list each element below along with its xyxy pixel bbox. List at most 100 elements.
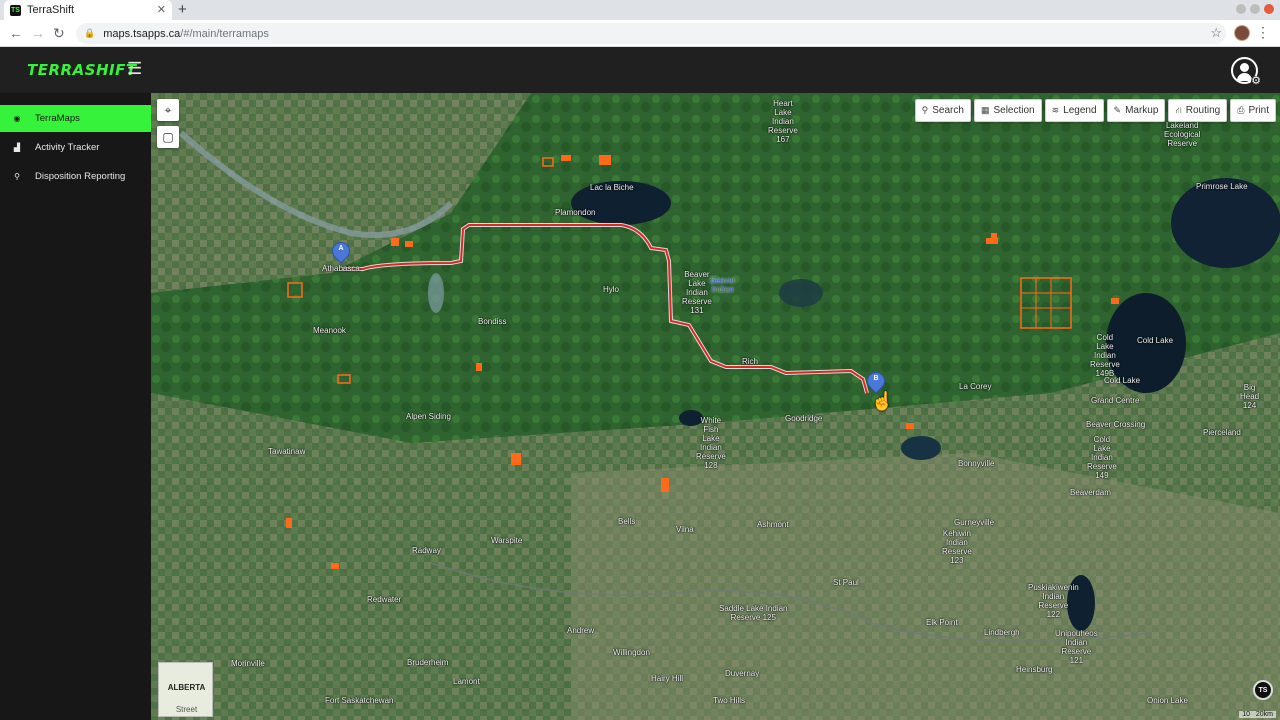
sidebar-item-label: Activity Tracker xyxy=(35,142,100,153)
scale-bar: 10 20km xyxy=(1239,711,1276,718)
place-label: Beaverdam xyxy=(1070,488,1111,497)
print-button[interactable]: ⎙ Print xyxy=(1230,99,1276,122)
marker-label: A xyxy=(338,245,344,252)
user-icon xyxy=(1240,63,1249,72)
forward-arrow-icon[interactable]: → xyxy=(31,25,45,41)
place-label: Pierceland xyxy=(1203,428,1241,437)
markup-button[interactable]: ✎ Markup xyxy=(1106,99,1166,122)
place-label: Two Hills xyxy=(713,696,746,705)
minimize-window-icon[interactable] xyxy=(1236,4,1246,14)
basemap-switcher[interactable]: ALBERTA Street xyxy=(158,662,213,717)
place-label: Cold Lake xyxy=(1104,376,1141,385)
marker-label: B xyxy=(873,375,879,382)
legend-button-label: Legend xyxy=(1063,105,1097,116)
url-input[interactable]: 🔒 maps.tsapps.ca/#/main/terramaps xyxy=(76,23,1226,44)
place-label: Redwater xyxy=(367,595,402,604)
sidebar-item-terramaps[interactable]: ◉ TerraMaps xyxy=(0,105,151,132)
legend-button[interactable]: ≋ Legend xyxy=(1044,99,1104,122)
place-label: Beaver Indian xyxy=(710,276,736,294)
place-label: Beaver Lake Indian Reserve 131 xyxy=(682,270,712,315)
route-start-marker[interactable]: A xyxy=(328,238,354,266)
scale-small: 10 xyxy=(1242,711,1251,718)
select-box-icon[interactable]: ▢ xyxy=(157,126,179,148)
place-label: Puskiakiwenin Indian Reserve 122 xyxy=(1028,583,1079,619)
place-label: Onion Lake xyxy=(1147,696,1188,705)
place-label: La Corey xyxy=(959,382,992,391)
place-label: Heinsburg xyxy=(1016,665,1053,674)
place-label: Unipouheos Indian Reserve 121 xyxy=(1055,629,1098,665)
place-label: White Fish Lake Indian Reserve 128 xyxy=(696,416,726,470)
place-label: Hairy Hill xyxy=(651,674,683,683)
place-label: Vilna xyxy=(676,525,694,534)
basemap-style-label: Street xyxy=(175,705,198,714)
browser-tabbar: TS TerraShift ✕ + xyxy=(0,0,1280,20)
url-host: maps.tsapps.ca xyxy=(103,27,181,40)
place-label: Kehiwin Indian Reserve 123 xyxy=(942,529,972,565)
terrashift-badge[interactable]: TS xyxy=(1253,680,1273,700)
locate-crosshair-icon[interactable]: ⌖ xyxy=(157,99,179,121)
bookmark-star-icon[interactable]: ☆ xyxy=(1210,25,1222,41)
satellite-imagery xyxy=(151,93,1280,720)
new-tab-button[interactable]: + xyxy=(178,1,187,18)
place-label: Lakeland Ecological Reserve xyxy=(1164,121,1201,148)
browser-address-bar: ← → ↻ 🔒 maps.tsapps.ca/#/main/terramaps … xyxy=(0,20,1280,47)
browser-tab[interactable]: TS TerraShift ✕ xyxy=(4,0,172,20)
place-label: Heart Lake Indian Reserve 167 xyxy=(768,99,798,144)
place-label: Saddle Lake Indian Reserve 125 xyxy=(719,604,788,622)
search-button[interactable]: ⚲ Search xyxy=(914,99,971,122)
place-label: Lac la Biche xyxy=(590,183,634,192)
sidebar-item-label: Disposition Reporting xyxy=(35,171,126,182)
selection-button[interactable]: ▦ Selection xyxy=(973,99,1042,122)
window-controls xyxy=(1236,4,1274,14)
url-path: /#/main/terramaps xyxy=(180,27,269,40)
search-icon: ⚲ xyxy=(921,105,929,115)
sidebar-item-activity-tracker[interactable]: ▟ Activity Tracker xyxy=(0,134,151,161)
place-label: Elk Point xyxy=(926,618,958,627)
sidebar-item-disposition-reporting[interactable]: ⚲ Disposition Reporting xyxy=(0,163,151,190)
place-label: Hylo xyxy=(603,285,620,294)
browser-menu-icon[interactable]: ⋮ xyxy=(1256,24,1270,41)
place-label: Big Head 124 xyxy=(1240,383,1260,410)
place-label: Gurneyville xyxy=(954,518,995,527)
place-label: Fort Saskatchewan xyxy=(325,696,394,705)
hamburger-menu-icon[interactable]: ☰ xyxy=(127,59,142,79)
chart-icon: ▟ xyxy=(13,143,21,152)
place-label: Goodridge xyxy=(785,414,823,423)
close-window-icon[interactable] xyxy=(1264,4,1274,14)
place-label: Tawatinaw xyxy=(268,447,306,456)
place-label: Lindbergh xyxy=(984,628,1020,637)
user-settings-avatar[interactable]: ⚙ xyxy=(1231,57,1261,87)
search-button-label: Search xyxy=(932,105,964,116)
maximize-window-icon[interactable] xyxy=(1250,4,1260,14)
place-label: Bruderheim xyxy=(407,658,449,667)
place-label: Bondiss xyxy=(478,317,507,326)
back-arrow-icon[interactable]: ← xyxy=(9,25,23,41)
close-tab-icon[interactable]: ✕ xyxy=(157,3,166,16)
routing-button[interactable]: ⛙ Routing xyxy=(1168,99,1228,122)
lock-icon: 🔒 xyxy=(84,28,96,38)
scale-large: 20km xyxy=(1255,711,1273,718)
place-label: Beaver Crossing xyxy=(1086,420,1146,429)
place-label: Bonnyville xyxy=(958,459,995,468)
browser-profile-avatar[interactable] xyxy=(1234,25,1250,41)
reload-icon[interactable]: ↻ xyxy=(53,25,65,42)
user-icon-body xyxy=(1237,73,1252,81)
terrashift-favicon-icon: TS xyxy=(10,4,21,16)
terrashift-logo[interactable]: TERRASHIFT xyxy=(27,61,137,79)
place-label: Ashmont xyxy=(757,520,789,529)
place-label: Radway xyxy=(412,546,441,555)
place-label: Bells xyxy=(618,517,636,526)
pencil-icon: ✎ xyxy=(1113,105,1122,115)
place-label: Plamondon xyxy=(555,208,596,217)
gear-icon: ⚙ xyxy=(1251,75,1261,87)
place-label: Duvernay xyxy=(725,669,760,678)
place-label: Andrew xyxy=(567,626,595,635)
selection-button-label: Selection xyxy=(993,105,1035,116)
map-toolbar: ⚲ Search ▦ Selection ≋ Legend ✎ Markup ⛙ Rout… xyxy=(914,99,1276,122)
place-label: Meanook xyxy=(313,326,346,335)
place-label: Primrose Lake xyxy=(1196,182,1248,191)
layers-icon: ≋ xyxy=(1051,105,1060,115)
place-label: Warspite xyxy=(491,536,523,545)
map-canvas[interactable]: Heart Lake Indian Reserve 167 Lakeland E… xyxy=(151,93,1280,720)
place-label: Grand Centre xyxy=(1091,396,1140,405)
